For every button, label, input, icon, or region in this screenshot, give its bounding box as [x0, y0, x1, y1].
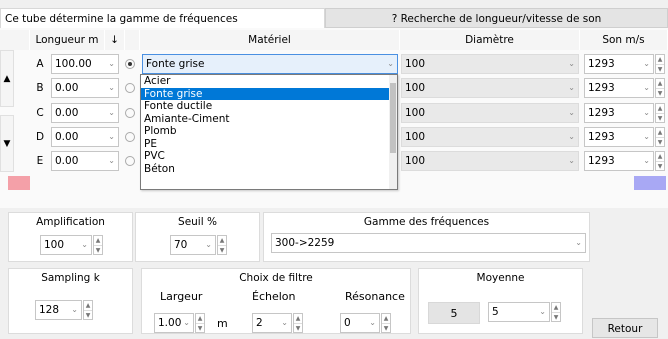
- sampling-spinner[interactable]: ▲ ▼: [83, 300, 93, 320]
- son-input[interactable]: 1293 ⌄: [584, 151, 654, 171]
- header-longueur: Longueur m: [30, 30, 105, 50]
- retour-button[interactable]: Retour: [592, 318, 658, 338]
- tab-frequency-range[interactable]: Ce tube détermine la gamme de fréquences: [0, 8, 325, 28]
- dropdown-option[interactable]: PE: [141, 138, 397, 151]
- blue-marker: [634, 176, 666, 190]
- row-label: C: [36, 107, 44, 119]
- row-select-radio[interactable]: [125, 59, 135, 69]
- largeur-spinner[interactable]: ▲ ▼: [195, 313, 205, 333]
- gamme-select[interactable]: 300->2259 ⌄: [271, 233, 586, 253]
- row-label: A: [36, 58, 44, 70]
- longueur-input[interactable]: 0.00 ⌄: [51, 127, 119, 147]
- dropdown-option[interactable]: Fonte ductile: [141, 100, 397, 113]
- row-label: B: [36, 82, 44, 94]
- dropdown-option-selected[interactable]: Fonte grise: [141, 87, 397, 100]
- header-diametre: Diamètre: [400, 30, 580, 50]
- son-input[interactable]: 1293 ⌄: [584, 54, 654, 74]
- move-up-button[interactable]: ▲: [0, 50, 14, 107]
- diametre-select[interactable]: 100 ⌄: [401, 54, 579, 74]
- seuil-spinner[interactable]: ▲ ▼: [217, 235, 227, 255]
- echelon-input[interactable]: 2 ⌄: [252, 313, 292, 333]
- amplification-spinner[interactable]: ▲ ▼: [93, 235, 103, 255]
- row-select-radio[interactable]: [125, 132, 135, 142]
- sort-icon[interactable]: ↓: [105, 30, 125, 50]
- filtre-label: Choix de filtre: [239, 272, 313, 284]
- header-son: Son m/s: [580, 30, 668, 50]
- amplification-label: Amplification: [36, 216, 105, 228]
- largeur-input[interactable]: 1.00 ⌄: [154, 313, 194, 333]
- largeur-unit: m: [217, 317, 228, 330]
- moyenne-label: Moyenne: [476, 272, 525, 284]
- scrollbar-thumb[interactable]: [390, 83, 396, 153]
- header-blank: [0, 30, 30, 50]
- dropdown-option[interactable]: PVC: [141, 150, 397, 163]
- materiel-select[interactable]: Fonte grise ⌄: [142, 54, 398, 74]
- dropdown-option[interactable]: Acier: [141, 75, 397, 88]
- longueur-input[interactable]: 100.00 ⌄: [51, 54, 119, 74]
- red-marker: [8, 176, 30, 190]
- diametre-select[interactable]: 100 ⌄: [401, 78, 579, 98]
- sampling-label: Sampling k: [41, 272, 100, 284]
- move-down-button[interactable]: ▼: [0, 115, 14, 172]
- son-spinner[interactable]: ▲ ▼: [655, 127, 665, 147]
- son-input[interactable]: 1293 ⌄: [584, 78, 654, 98]
- dropdown-option[interactable]: Plomb: [141, 125, 397, 138]
- row-select-radio[interactable]: [125, 156, 135, 166]
- son-spinner[interactable]: ▲ ▼: [655, 78, 665, 98]
- moyenne-input[interactable]: 5 ⌄: [488, 302, 550, 322]
- longueur-input[interactable]: 0.00 ⌄: [51, 103, 119, 123]
- diametre-select[interactable]: 100 ⌄: [401, 151, 579, 171]
- diametre-select[interactable]: 100 ⌄: [401, 103, 579, 123]
- row-label: E: [36, 155, 44, 167]
- son-input[interactable]: 1293 ⌄: [584, 127, 654, 147]
- seuil-label: Seuil %: [178, 216, 217, 228]
- longueur-input[interactable]: 0.00 ⌄: [51, 151, 119, 171]
- echelon-spinner[interactable]: ▲ ▼: [293, 313, 303, 333]
- tab-length-speed-search[interactable]: ? Recherche de longueur/vitesse de son: [325, 8, 668, 28]
- son-input[interactable]: 1293 ⌄: [584, 103, 654, 123]
- dropdown-option[interactable]: Amiante-Ciment: [141, 113, 397, 126]
- gamme-label: Gamme des fréquences: [363, 216, 490, 228]
- dropdown-option[interactable]: Béton: [141, 163, 397, 176]
- moyenne-spinner[interactable]: ▲ ▼: [551, 302, 561, 322]
- resonance-spinner[interactable]: ▲ ▼: [381, 313, 391, 333]
- seuil-input[interactable]: 70 ⌄: [170, 235, 216, 255]
- moyenne-display: 5: [428, 302, 480, 324]
- row-select-radio[interactable]: [125, 83, 135, 93]
- resonance-label: Résonance: [345, 290, 405, 303]
- longueur-input[interactable]: 0.00 ⌄: [51, 78, 119, 98]
- echelon-label: Échelon: [252, 290, 296, 303]
- row-label: D: [35, 131, 45, 143]
- materiel-dropdown-list[interactable]: Acier Fonte grise Fonte ductile Amiante-…: [140, 74, 398, 190]
- son-spinner[interactable]: ▲ ▼: [655, 103, 665, 123]
- diametre-select[interactable]: 100 ⌄: [401, 127, 579, 147]
- row-select-radio[interactable]: [125, 108, 135, 118]
- sampling-input[interactable]: 128 ⌄: [35, 300, 82, 320]
- son-spinner[interactable]: ▲ ▼: [655, 151, 665, 171]
- header-materiel: Matériel: [140, 30, 400, 50]
- amplification-input[interactable]: 100 ⌄: [40, 235, 92, 255]
- resonance-input[interactable]: 0 ⌄: [340, 313, 380, 333]
- header-blank-2: [125, 30, 140, 50]
- largeur-label: Largeur: [160, 290, 203, 303]
- dropdown-scrollbar[interactable]: [389, 75, 397, 189]
- son-spinner[interactable]: ▲ ▼: [655, 54, 665, 74]
